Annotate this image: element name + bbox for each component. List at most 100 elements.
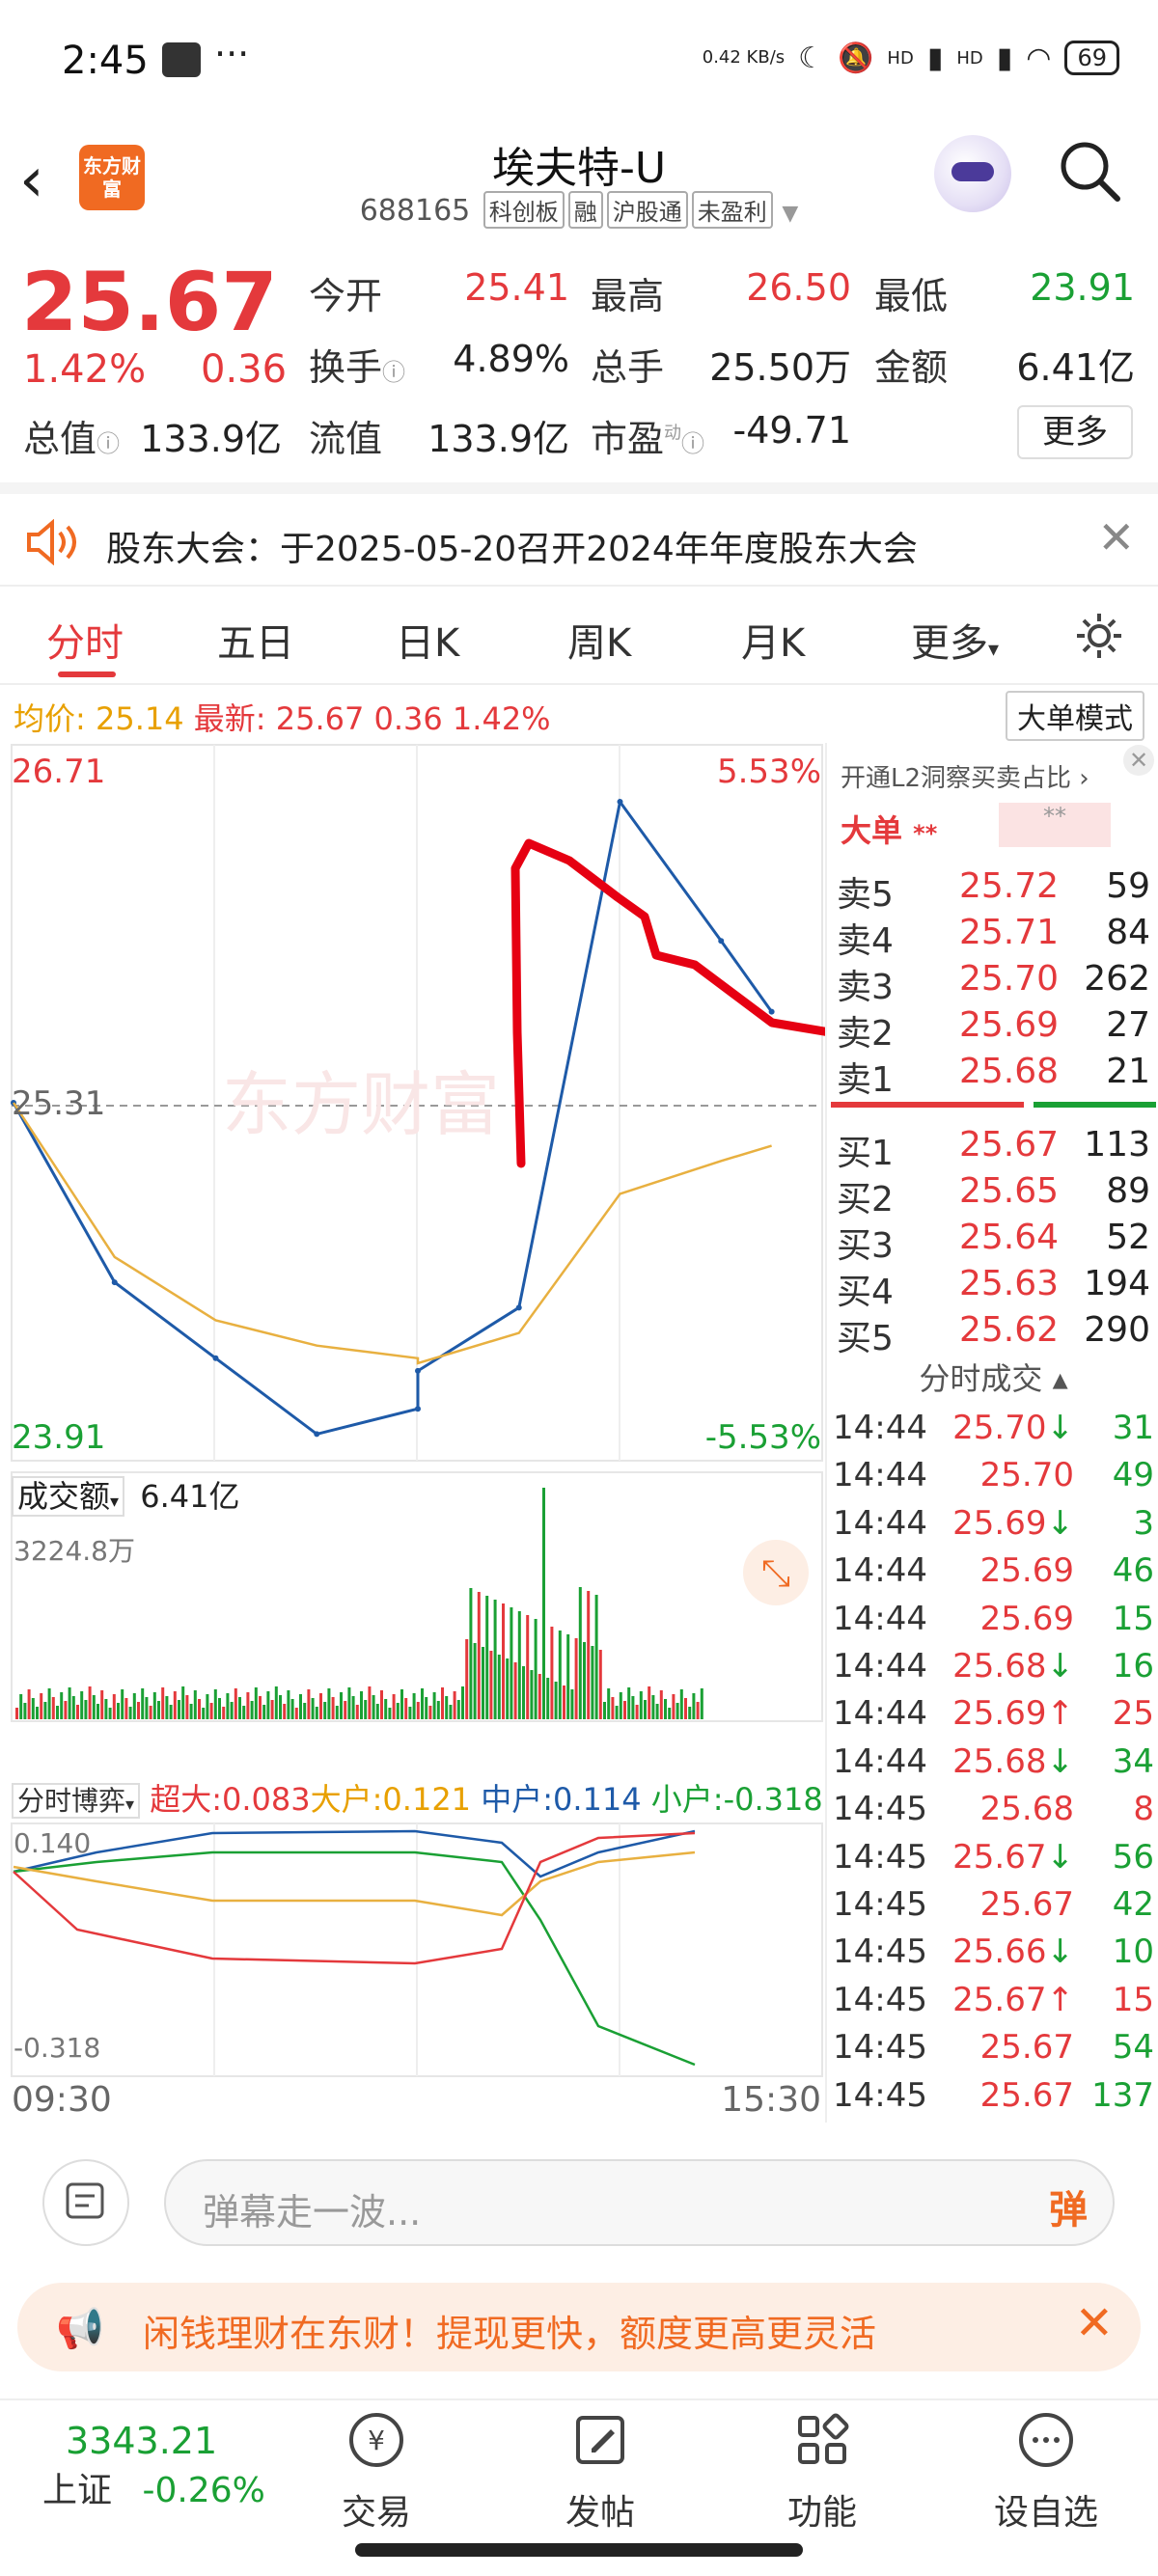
- flow-selector[interactable]: 分时博弈▾: [12, 1783, 141, 1819]
- svg-text:¥: ¥: [368, 2425, 385, 2456]
- volume-bar: [558, 1631, 562, 1719]
- volume-bar: [574, 1638, 578, 1719]
- close-icon[interactable]: ✕: [1075, 2296, 1114, 2350]
- change-amount: 0.36: [201, 347, 288, 392]
- wifi-icon: ◠: [1026, 41, 1052, 75]
- expand-icon[interactable]: ⤡: [743, 1540, 809, 1605]
- volume-bar: [128, 1707, 132, 1719]
- volume-bar: [497, 1655, 501, 1719]
- stock-header: ‹ 东方财富 埃夫特-U 688165 科创板融沪股通 未盈利 ▼: [0, 125, 1158, 241]
- danmu-input[interactable]: 弹幕走一波... 弹: [164, 2159, 1115, 2246]
- tick-row: 14:45 25.66↓ 10: [833, 1932, 1154, 1972]
- danmu-send-button[interactable]: 弹: [1049, 2179, 1088, 2234]
- volume-bar: [270, 1700, 274, 1719]
- volume-bar: [344, 1701, 347, 1719]
- volume-bar: [213, 1689, 217, 1719]
- home-indicator[interactable]: [355, 2543, 803, 2557]
- nav-add-watchlist[interactable]: 设自选: [988, 2410, 1104, 2535]
- tick-row: 14:44 25.70↓ 31: [833, 1409, 1154, 1447]
- volume-bar: [598, 1650, 602, 1719]
- close-icon[interactable]: ✕: [1097, 511, 1135, 563]
- flow-line: [13, 1829, 696, 1878]
- info-icon[interactable]: ⓘ: [382, 359, 405, 386]
- bottom-nav: 3343.21 上证 -0.26% ¥ 交易 发帖 功能 设自选: [0, 2398, 1158, 2533]
- danmu-settings-icon[interactable]: [42, 2159, 129, 2246]
- volume-bar: [209, 1703, 213, 1719]
- big-order-mode-button[interactable]: 大单模式: [1006, 691, 1144, 741]
- more-button[interactable]: 更多: [1017, 405, 1133, 459]
- ticks-header[interactable]: 分时成交 ▴: [827, 1355, 1158, 1399]
- search-icon[interactable]: [1056, 137, 1123, 205]
- float-cap-label: 流值: [309, 418, 383, 460]
- l2-upsell[interactable]: 开通L2洞察买卖占比 ›: [841, 758, 1089, 794]
- volume-bar: [206, 1694, 209, 1719]
- volume-bar: [173, 1691, 177, 1719]
- volume-total: 6.41亿: [140, 1478, 240, 1515]
- volume-bar: [27, 1689, 31, 1719]
- volume-bar: [506, 1658, 510, 1719]
- flow-big: 大户:0.121: [310, 1781, 472, 1818]
- info-icon[interactable]: ⓘ: [681, 430, 704, 457]
- tab-intraday[interactable]: 分时: [46, 612, 124, 668]
- svg-text:东方财富: 东方财富: [222, 1064, 500, 1145]
- quote-panel: 25.67 1.42% 0.36 今开 25.41 最高 26.50 最低 23…: [0, 241, 1158, 473]
- tick-row: 14:45 25.67↑ 15: [833, 1980, 1154, 2019]
- volume-bar: [700, 1688, 703, 1719]
- volume-label: 总手: [591, 346, 665, 389]
- promo-banner[interactable]: 📢 闲钱理财在东财！提现更快，额度更高更灵活 ✕: [17, 2283, 1141, 2371]
- tab-daily-k[interactable]: 日K: [396, 612, 459, 668]
- last-price: 25.67: [21, 255, 278, 349]
- volume-bar: [51, 1697, 55, 1719]
- volume-bar: [64, 1701, 68, 1719]
- volume-bar: [619, 1692, 622, 1719]
- volume-bar: [149, 1706, 152, 1719]
- gear-icon[interactable]: [1073, 610, 1125, 662]
- volume-bar: [307, 1689, 311, 1719]
- info-icon[interactable]: ⓘ: [96, 430, 120, 457]
- volume-bar: [436, 1701, 440, 1719]
- volume-bar: [259, 1696, 262, 1719]
- volume-bar: [554, 1682, 558, 1719]
- volume-bar: [132, 1693, 136, 1719]
- close-icon[interactable]: ✕: [1123, 745, 1154, 776]
- intraday-chart[interactable]: 东方财富 26.71 25.31 23.91 5.53% -5.53% 成交额▾…: [0, 743, 825, 2123]
- active-tab-indicator: [58, 671, 116, 677]
- avg-price-line: 均价: 25.14 最新: 25.67 0.36 1.42% 大单模式: [0, 687, 1158, 741]
- mktcap-value: 133.9亿: [140, 418, 282, 460]
- volume-bar: [250, 1701, 254, 1719]
- tab-five-day[interactable]: 五日: [217, 612, 294, 668]
- volume-selector[interactable]: 成交额▾: [12, 1476, 125, 1517]
- edit-icon: [576, 2416, 624, 2464]
- moon-icon: ☾: [798, 41, 825, 75]
- nav-post[interactable]: 发帖: [552, 2410, 648, 2535]
- nav-trade[interactable]: ¥ 交易: [328, 2410, 425, 2535]
- volume-bar: [23, 1703, 27, 1719]
- volume-bar: [355, 1705, 359, 1719]
- chevron-down-icon[interactable]: ▼: [782, 202, 798, 226]
- tab-more[interactable]: 更多▾: [911, 612, 999, 668]
- volume-bar: [469, 1588, 473, 1719]
- ask-row: 卖1 25.68 21: [837, 1052, 1150, 1100]
- volume-bar: [384, 1699, 388, 1719]
- tick-row: 14:44 25.69↑ 25: [833, 1694, 1154, 1734]
- volume-bar: [157, 1701, 160, 1719]
- low-label: 最低: [874, 275, 949, 317]
- stock-code: 688165: [359, 194, 471, 228]
- volume-bar: [404, 1698, 408, 1719]
- y-mid-label: 25.31: [12, 1084, 106, 1123]
- volume-bar: [242, 1706, 246, 1719]
- volume-bar: [672, 1694, 676, 1719]
- flow-header: 分时博弈▾ 超大:0.083大户:0.121 中户:0.114 小户:-0.31…: [12, 1775, 823, 1820]
- turnover-value: 4.89%: [453, 338, 569, 380]
- bid-row: 买1 25.67 113: [837, 1125, 1150, 1173]
- tick-row: 14:45 25.67↓ 56: [833, 1837, 1154, 1877]
- notice-bar[interactable]: 股东大会：于2025-05-20召开2024年年度股东大会 ✕: [0, 482, 1158, 583]
- volume-bar: [635, 1705, 639, 1719]
- assistant-robot-icon[interactable]: [934, 135, 1011, 212]
- index-ticker[interactable]: 3343.21 上证 -0.26%: [42, 2420, 265, 2512]
- volume-bar: [360, 1691, 363, 1719]
- nav-functions[interactable]: 功能: [774, 2410, 870, 2535]
- tab-monthly-k[interactable]: 月K: [741, 612, 805, 668]
- volume-bar: [145, 1697, 149, 1719]
- tab-weekly-k[interactable]: 周K: [567, 612, 631, 668]
